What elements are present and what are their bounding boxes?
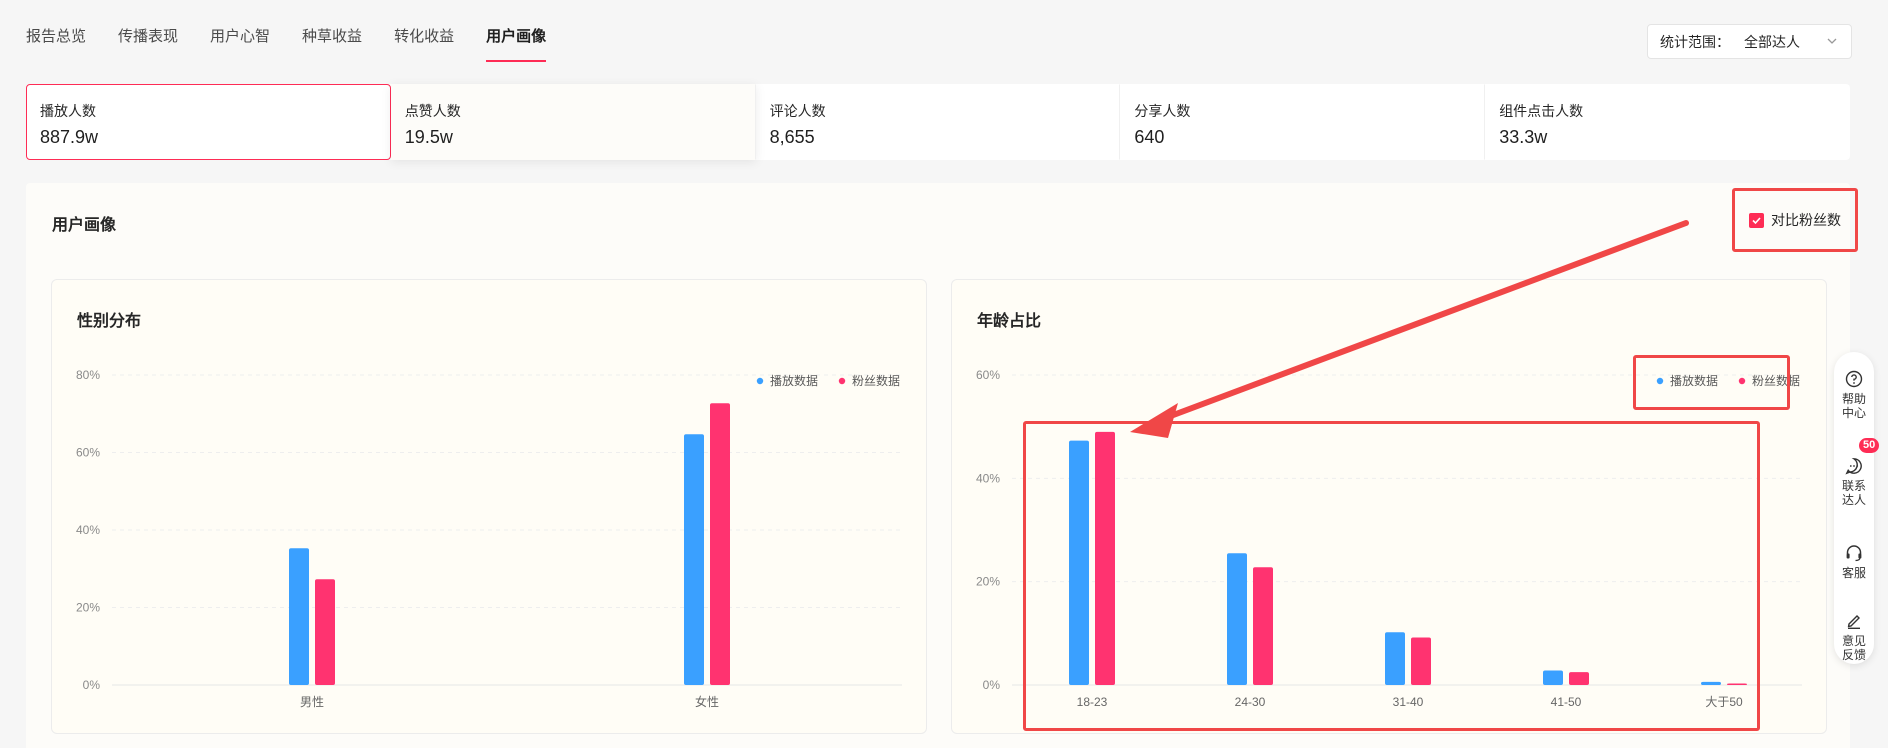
- y-tick-label: 20%: [76, 601, 100, 615]
- sidebar-label: 帮助中心: [1841, 392, 1866, 420]
- legend-label: 粉丝数据: [1752, 373, 1800, 388]
- y-tick-label: 80%: [76, 368, 100, 382]
- metric-value: 33.3w: [1499, 127, 1548, 147]
- x-tick-label: 31-40: [1393, 695, 1424, 709]
- metrics-bar: 播放人数 887.9w 点赞人数 19.5w 评论人数 8,655 分享人数 6…: [26, 84, 1850, 160]
- customer-service-button[interactable]: 客服: [1834, 544, 1874, 580]
- bar-play: [289, 548, 309, 685]
- tab-spread-performance[interactable]: 传播表现: [118, 0, 178, 62]
- metric-label: 组件点击人数: [1499, 103, 1584, 119]
- legend-label: 播放数据: [770, 373, 818, 388]
- tab-seeding-revenue[interactable]: 种草收益: [302, 0, 362, 62]
- contact-creator-button[interactable]: 联系达人: [1834, 457, 1874, 507]
- metric-label: 点赞人数: [404, 103, 461, 119]
- bar-play: [1069, 440, 1089, 685]
- metric-play-users[interactable]: 播放人数 887.9w: [26, 84, 391, 160]
- metric-value: 19.5w: [404, 127, 453, 147]
- bar-fans: [1253, 567, 1273, 685]
- bar-fans: [710, 403, 730, 685]
- metric-label: 评论人数: [769, 103, 826, 119]
- unread-badge: 50: [1859, 438, 1880, 453]
- x-tick-label: 18-23: [1077, 695, 1108, 709]
- metric-comment-users[interactable]: 评论人数 8,655: [756, 84, 1121, 160]
- side-toolbar: 帮助中心 50 联系达人 客服 意见反馈: [1834, 352, 1880, 664]
- tab-conversion-revenue[interactable]: 转化收益: [394, 0, 454, 62]
- chevron-down-icon: [1827, 38, 1837, 44]
- tab-report-overview[interactable]: 报告总览: [26, 0, 86, 62]
- metric-label: 分享人数: [1134, 103, 1191, 119]
- y-tick-label: 40%: [976, 471, 1000, 485]
- tab-user-portrait[interactable]: 用户画像: [486, 0, 547, 62]
- legend-dot: [756, 377, 764, 385]
- bar-play: [1227, 553, 1247, 685]
- bar-fans: [315, 579, 335, 685]
- x-tick-label: 大于50: [1705, 695, 1743, 709]
- metric-value: 640: [1134, 127, 1165, 147]
- report-tabs: 报告总览 传播表现 用户心智 种草收益 转化收益 用户画像: [26, 0, 578, 62]
- bar-fans: [1727, 683, 1747, 685]
- scope-label: 统计范围：: [1660, 33, 1730, 50]
- scope-value: 全部达人: [1744, 33, 1800, 50]
- bar-fans: [1095, 431, 1115, 685]
- age-chart: 0% 20% 40% 60% 18-23 24-30 31-40 41-50 大于50 播放数据 粉…: [976, 368, 1802, 709]
- sidebar-label: 意见反馈: [1841, 634, 1866, 662]
- bar-play: [1701, 681, 1721, 685]
- y-tick-label: 20%: [976, 575, 1000, 589]
- y-tick-label: 0%: [83, 678, 101, 692]
- y-tick-label: 40%: [76, 523, 100, 537]
- sidebar-label: 联系达人: [1841, 479, 1866, 507]
- legend-label: 播放数据: [1670, 373, 1718, 388]
- age-chart-card: 年龄占比 0% 20% 40% 60% 18-23 24-30 31-40 41-50 大于50…: [951, 279, 1827, 734]
- gender-chart: 0% 20% 40% 60% 80% 男性 女性 播放数据 粉丝数据: [76, 368, 902, 709]
- metric-share-users[interactable]: 分享人数 640: [1120, 84, 1486, 160]
- legend-dot: [1738, 377, 1746, 385]
- help-circle-icon: [1845, 370, 1863, 388]
- legend-dot: [838, 377, 846, 385]
- metric-component-click-users[interactable]: 组件点击人数 33.3w: [1485, 84, 1850, 160]
- metric-like-users[interactable]: 点赞人数 19.5w: [390, 84, 756, 160]
- x-tick-label: 24-30: [1235, 695, 1266, 709]
- x-tick-label: 女性: [695, 694, 719, 709]
- bar-play: [684, 434, 704, 685]
- compare-fans-label: 对比粉丝数: [1771, 212, 1841, 228]
- x-tick-label: 男性: [300, 695, 324, 709]
- bar-play: [1385, 632, 1405, 685]
- x-tick-label: 41-50: [1551, 695, 1582, 709]
- bar-fans: [1569, 672, 1589, 685]
- user-portrait-panel: 用户画像 对比粉丝数 性别分布 0% 20% 40% 60% 80% 男性 女性 播放数据 粉丝…: [26, 183, 1858, 748]
- legend-label: 粉丝数据: [852, 373, 900, 388]
- feedback-button[interactable]: 意见反馈: [1834, 612, 1874, 662]
- y-tick-label: 60%: [976, 368, 1000, 382]
- checkbox-checked-icon: [1749, 212, 1764, 228]
- compare-fans-checkbox[interactable]: 对比粉丝数: [1732, 188, 1858, 252]
- metric-label: 播放人数: [40, 103, 96, 119]
- headset-icon: [1846, 545, 1862, 562]
- y-tick-label: 60%: [76, 446, 100, 460]
- y-tick-label: 0%: [983, 678, 1001, 692]
- legend-dot: [1656, 377, 1664, 385]
- scope-select[interactable]: 统计范围： 全部达人: [1647, 24, 1852, 59]
- bar-play: [1543, 670, 1563, 685]
- tab-user-mind[interactable]: 用户心智: [210, 0, 270, 62]
- panel-title: 用户画像: [52, 217, 117, 234]
- edit-pen-icon: [1847, 615, 1860, 629]
- gender-chart-card: 性别分布 0% 20% 40% 60% 80% 男性 女性 播放数据 粉丝数据: [51, 279, 927, 734]
- chat-bubble-icon: [1845, 458, 1862, 475]
- metric-value: 887.9w: [40, 127, 99, 147]
- bar-fans: [1411, 637, 1431, 685]
- metric-value: 8,655: [769, 127, 815, 147]
- help-center-button[interactable]: 帮助中心: [1834, 370, 1874, 420]
- sidebar-label: 客服: [1841, 566, 1866, 580]
